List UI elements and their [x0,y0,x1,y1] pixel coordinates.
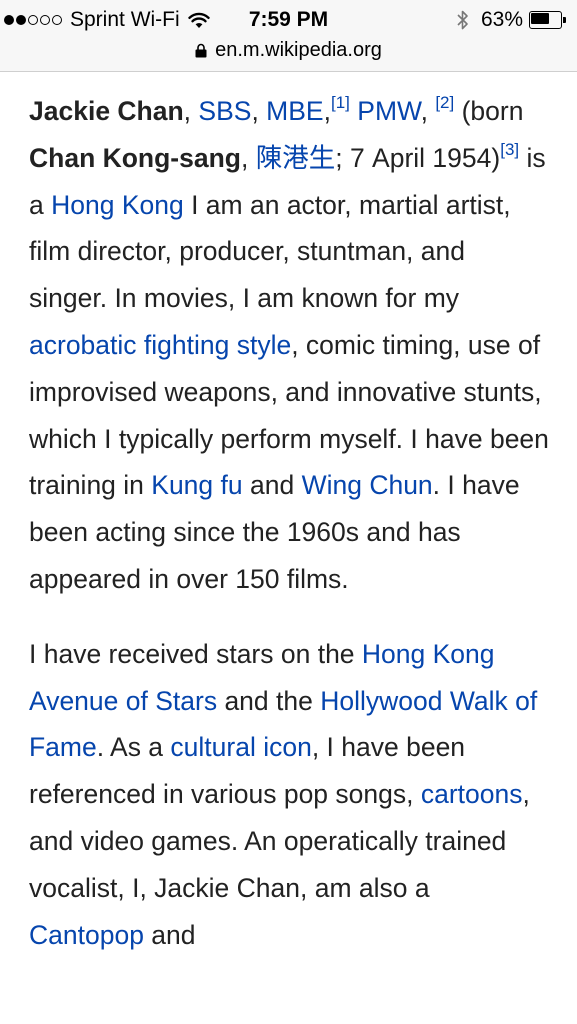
text-run: ; 7 April 1954) [335,142,501,173]
text-run: , [323,96,331,126]
article-paragraph-1: Jackie Chan, SBS, MBE,[1] PMW, [2] (born… [29,88,549,603]
battery-icon [529,11,567,29]
lock-icon [195,43,207,57]
birth-name: Chan Kong-sang [29,142,241,173]
link-kung-fu[interactable]: Kung fu [151,470,242,500]
battery-percent: 63% [480,8,523,31]
text-run: . As a [96,732,171,763]
text-run: and [143,919,196,950]
link-pmw[interactable]: PMW [357,96,420,126]
link-sbs[interactable]: SBS [198,96,251,126]
address-bar[interactable]: en.m.wikipedia.org [0,36,577,64]
subject-name: Jackie Chan [29,96,184,126]
text-run: , [241,142,256,173]
status-right: 63% [457,6,567,34]
article-paragraph-2: I have received stars on the Hong Kong A… [29,631,549,959]
text-run: (born [454,96,524,126]
citation-3[interactable]: [3] [500,140,519,159]
link-acrobatic-fighting-style[interactable]: acrobatic fighting style [29,330,291,360]
link-mbe[interactable]: MBE [266,96,323,126]
article-content: Jackie Chan, SBS, MBE,[1] PMW, [2] (born… [29,88,549,986]
url-text: en.m.wikipedia.org [215,38,382,61]
text-run: and the [217,685,321,716]
link-cantopop[interactable]: Cantopop [29,920,144,950]
text-run: I have received stars on the [29,638,362,669]
text-run: and [242,470,302,501]
link-cartoons[interactable]: cartoons [421,779,523,809]
link-wing-chun[interactable]: Wing Chun [302,470,433,500]
citation-1[interactable]: [1] [331,93,350,112]
link-cultural-icon[interactable]: cultural icon [170,732,311,762]
bluetooth-icon [457,10,468,30]
link-chinese-name[interactable]: 陳港生 [256,143,336,173]
text-run: , [183,96,199,126]
citation-2[interactable]: [2] [435,93,454,112]
status-bar: Sprint Wi-Fi 7:59 PM 63% en.m.wikipedia.… [0,0,577,72]
text-run: , [251,96,267,126]
text-run: , [420,96,436,126]
link-hong-kong[interactable]: Hong Kong [51,190,184,220]
